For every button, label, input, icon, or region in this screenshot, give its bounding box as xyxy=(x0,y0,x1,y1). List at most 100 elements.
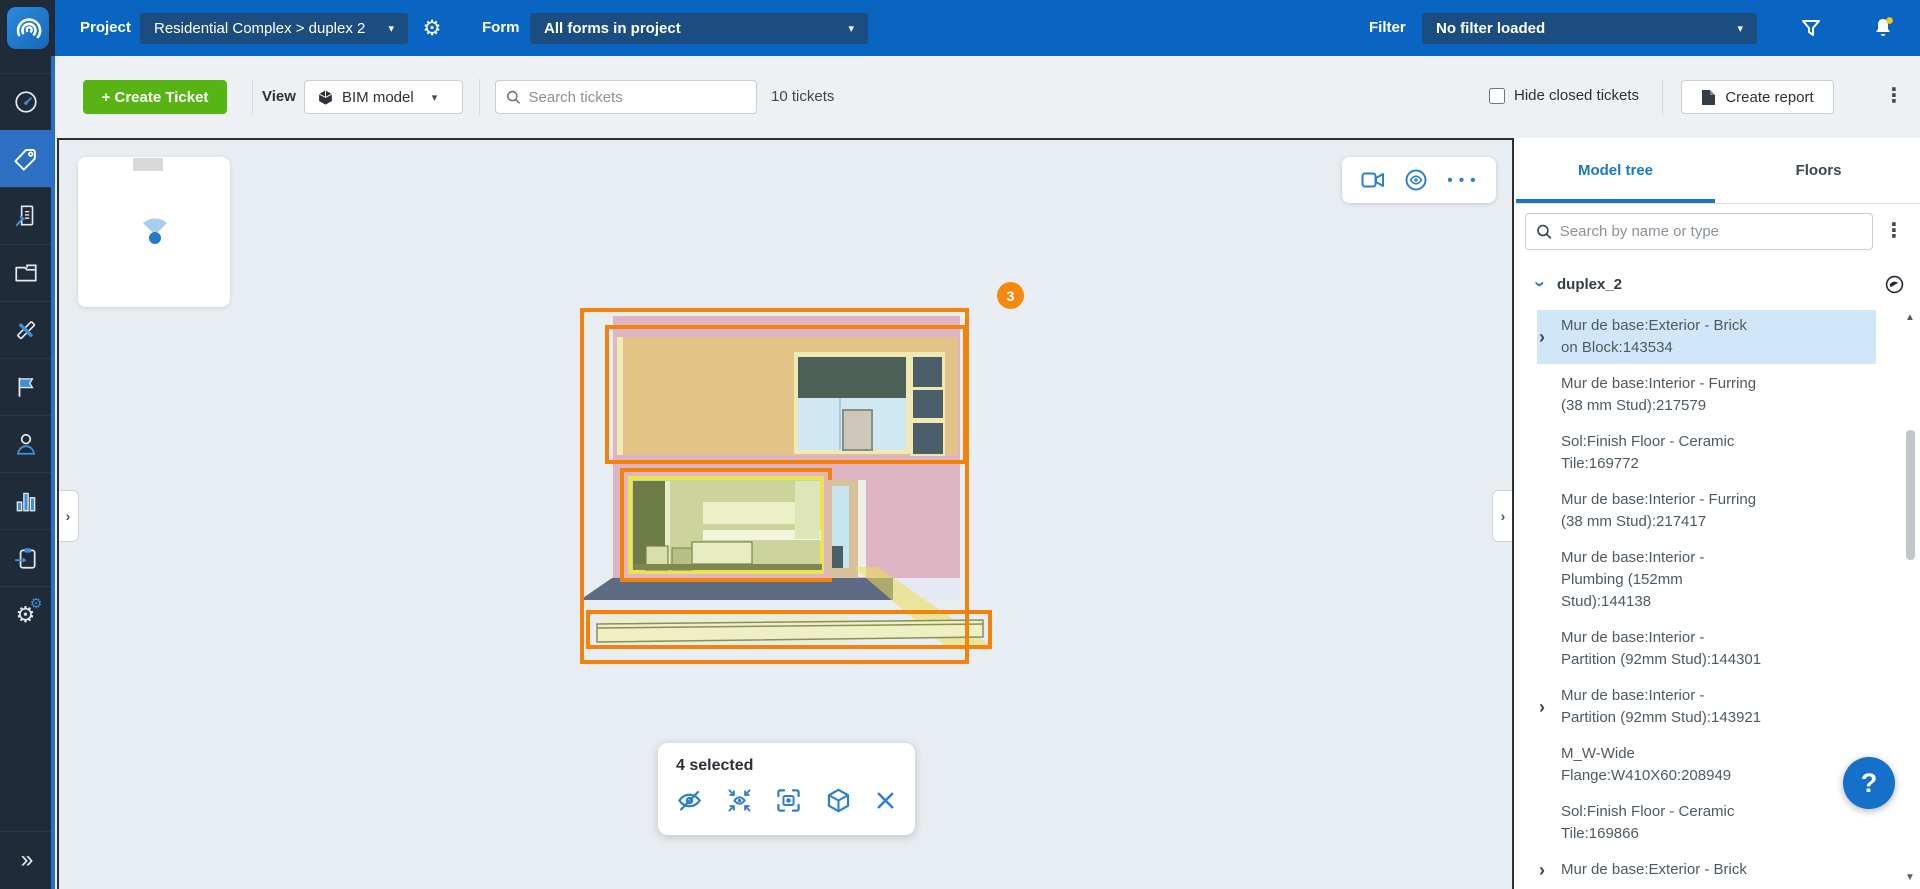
expand-chevron-icon[interactable]: › xyxy=(1537,860,1561,881)
hide-closed-tickets-checkbox[interactable] xyxy=(1489,88,1505,104)
divider xyxy=(479,79,480,115)
left-panel-expand-tab[interactable]: › xyxy=(57,490,79,542)
bim-viewport[interactable]: • • • xyxy=(57,138,1514,889)
caret-down-icon: ▾ xyxy=(432,91,438,104)
folder-icon xyxy=(13,260,39,286)
hide-closed-tickets-control: Hide closed tickets xyxy=(1489,87,1639,104)
hide-closed-tickets-label: Hide closed tickets xyxy=(1514,87,1639,104)
flag-icon xyxy=(13,374,39,400)
isolate-eye-icon[interactable] xyxy=(726,787,753,814)
sidebar-item-measure[interactable] xyxy=(0,301,51,358)
sidebar-item-milestones[interactable] xyxy=(0,358,51,415)
zoom-to-selection-icon[interactable] xyxy=(775,787,802,814)
filter-dropdown[interactable]: No filter loaded ▾ xyxy=(1422,13,1757,44)
visibility-eye-icon[interactable] xyxy=(1885,275,1904,294)
model-tree-panel: Model tree Floors ⋮ › duplex_2 ›Mur de b… xyxy=(1514,138,1920,889)
model-tree-item[interactable]: Sol:Finish Floor - CeramicTile:169772 xyxy=(1537,426,1876,480)
view-mode-dropdown[interactable]: BIM model ▾ xyxy=(304,80,463,114)
sidebar-item-team[interactable] xyxy=(0,415,51,472)
tree-item-label: Mur de base:Interior - Furring(38 mm Stu… xyxy=(1561,373,1756,417)
minimap-building-footprint xyxy=(133,158,163,171)
minimap-card[interactable] xyxy=(78,157,230,307)
sidebar-item-reports[interactable] xyxy=(0,187,51,244)
model-tree-item[interactable]: ›Mur de base:Exterior - Brickon Block:14… xyxy=(1537,310,1876,364)
model-tree-item[interactable]: M_W-WideFlange:W410X60:208949 xyxy=(1537,738,1876,792)
notification-dot xyxy=(1886,17,1893,24)
help-button[interactable]: ? xyxy=(1843,757,1895,809)
sidebar-accent-strip xyxy=(51,56,55,889)
model-tree-item[interactable]: Mur de base:Interior -Plumbing (152mmStu… xyxy=(1537,542,1876,618)
sidebar-item-transfer[interactable] xyxy=(0,529,51,586)
camera-icon[interactable] xyxy=(1361,170,1385,190)
tree-root-row[interactable]: › duplex_2 xyxy=(1530,270,1904,298)
sidebar-expand-button[interactable]: ›› xyxy=(0,831,51,888)
create-report-button[interactable]: Create report xyxy=(1681,80,1834,114)
create-ticket-button[interactable]: + Create Ticket xyxy=(83,80,227,114)
expand-chevron-icon[interactable]: › xyxy=(1537,327,1561,348)
scroll-down-icon[interactable]: ▼ xyxy=(1904,872,1916,883)
notification-bell-icon[interactable] xyxy=(1865,0,1901,56)
tickets-toolbar: + Create Ticket View BIM model ▾ 10 tick… xyxy=(55,56,1920,138)
report-pin-document-icon xyxy=(13,203,39,229)
tab-floors[interactable]: Floors xyxy=(1717,138,1920,203)
form-dropdown[interactable]: All forms in project ▾ xyxy=(530,13,868,44)
right-panel-collapse-tab[interactable]: › xyxy=(1492,490,1514,542)
caret-down-icon: ▾ xyxy=(374,22,394,35)
more-ellipsis-icon[interactable]: • • • xyxy=(1447,172,1476,189)
project-label: Project xyxy=(80,0,131,56)
tree-item-label: Mur de base:Exterior - Brickon Block:143… xyxy=(1561,315,1747,359)
project-dropdown[interactable]: Residential Complex > duplex 2 ▾ xyxy=(140,13,408,44)
model-tree-item[interactable]: ›Mur de base:Interior -Partition (92mm S… xyxy=(1537,680,1876,734)
divider xyxy=(1662,79,1663,115)
ticket-tag-icon xyxy=(12,146,39,173)
model-tree-item[interactable]: Mur de base:Interior - Furring(38 mm Stu… xyxy=(1537,368,1876,422)
selected-count: 4 selected xyxy=(676,757,897,775)
tree-item-label: Mur de base:Exterior - Brick xyxy=(1561,859,1747,881)
ticket-search xyxy=(495,80,757,114)
model-tree-item[interactable]: Mur de base:Interior -Partition (92mm St… xyxy=(1537,622,1876,676)
sidebar-item-dashboard[interactable] xyxy=(0,73,51,130)
form-dropdown-value: All forms in project xyxy=(544,20,681,37)
scroll-up-icon[interactable]: ▲ xyxy=(1904,312,1916,323)
sidebar-item-settings[interactable]: ⚙⚙ xyxy=(0,586,51,643)
model-search-input[interactable] xyxy=(1560,223,1862,240)
steel-beam[interactable] xyxy=(597,620,983,642)
sidebar-item-tickets[interactable] xyxy=(0,130,51,187)
project-dropdown-value: Residential Complex > duplex 2 xyxy=(154,20,365,37)
model-tree-item[interactable]: Sol:Finish Floor - CeramicTile:169866 xyxy=(1537,796,1876,850)
application-window: Project Residential Complex > duplex 2 ▾… xyxy=(0,0,1920,889)
search-icon xyxy=(506,89,521,105)
panel-more-menu[interactable]: ⋮ xyxy=(1884,221,1904,241)
closet-upper[interactable] xyxy=(798,357,906,402)
tree-item-label: Mur de base:Interior -Partition (92mm St… xyxy=(1561,685,1761,729)
panel-tabs: Model tree Floors xyxy=(1514,138,1920,204)
form-label: Form xyxy=(482,0,520,56)
close-x-icon[interactable] xyxy=(874,789,897,812)
cube-3d-icon[interactable] xyxy=(825,787,852,814)
expand-double-chevron-icon: ›› xyxy=(21,848,31,872)
expand-chevron-icon[interactable]: › xyxy=(1537,697,1561,718)
bar-chart-icon xyxy=(13,488,39,514)
app-logo[interactable] xyxy=(7,7,49,49)
selection-count-badge: 3 xyxy=(997,282,1024,309)
model-tree-item[interactable]: Mur de base:Interior - Furring(38 mm Stu… xyxy=(1537,484,1876,538)
chevron-down-icon[interactable]: › xyxy=(1528,275,1550,293)
camera-cone-icon xyxy=(138,215,172,249)
hide-eye-off-icon[interactable] xyxy=(676,787,703,814)
ticket-search-input[interactable] xyxy=(529,89,747,106)
model-tree-item[interactable]: ›Mur de base:Exterior - Brick xyxy=(1537,854,1876,886)
caret-down-icon: ▾ xyxy=(1723,22,1743,35)
project-settings-gear-icon[interactable]: ⚙ xyxy=(417,0,447,56)
clipboard-transfer-icon xyxy=(13,545,39,571)
building-section-model[interactable] xyxy=(560,280,1030,680)
closet-door-beige[interactable] xyxy=(843,410,872,450)
selection-actions-card: 4 selected xyxy=(658,743,915,835)
scrollbar-thumb[interactable] xyxy=(1906,430,1915,560)
visibility-eye-icon[interactable] xyxy=(1404,168,1428,192)
search-icon xyxy=(1536,223,1552,240)
filter-funnel-icon[interactable] xyxy=(1793,0,1829,56)
toolbar-more-menu[interactable]: ⋮ xyxy=(1884,86,1904,106)
tab-model-tree[interactable]: Model tree xyxy=(1514,138,1717,203)
sidebar-item-documents[interactable] xyxy=(0,244,51,301)
sidebar-item-analytics[interactable] xyxy=(0,472,51,529)
